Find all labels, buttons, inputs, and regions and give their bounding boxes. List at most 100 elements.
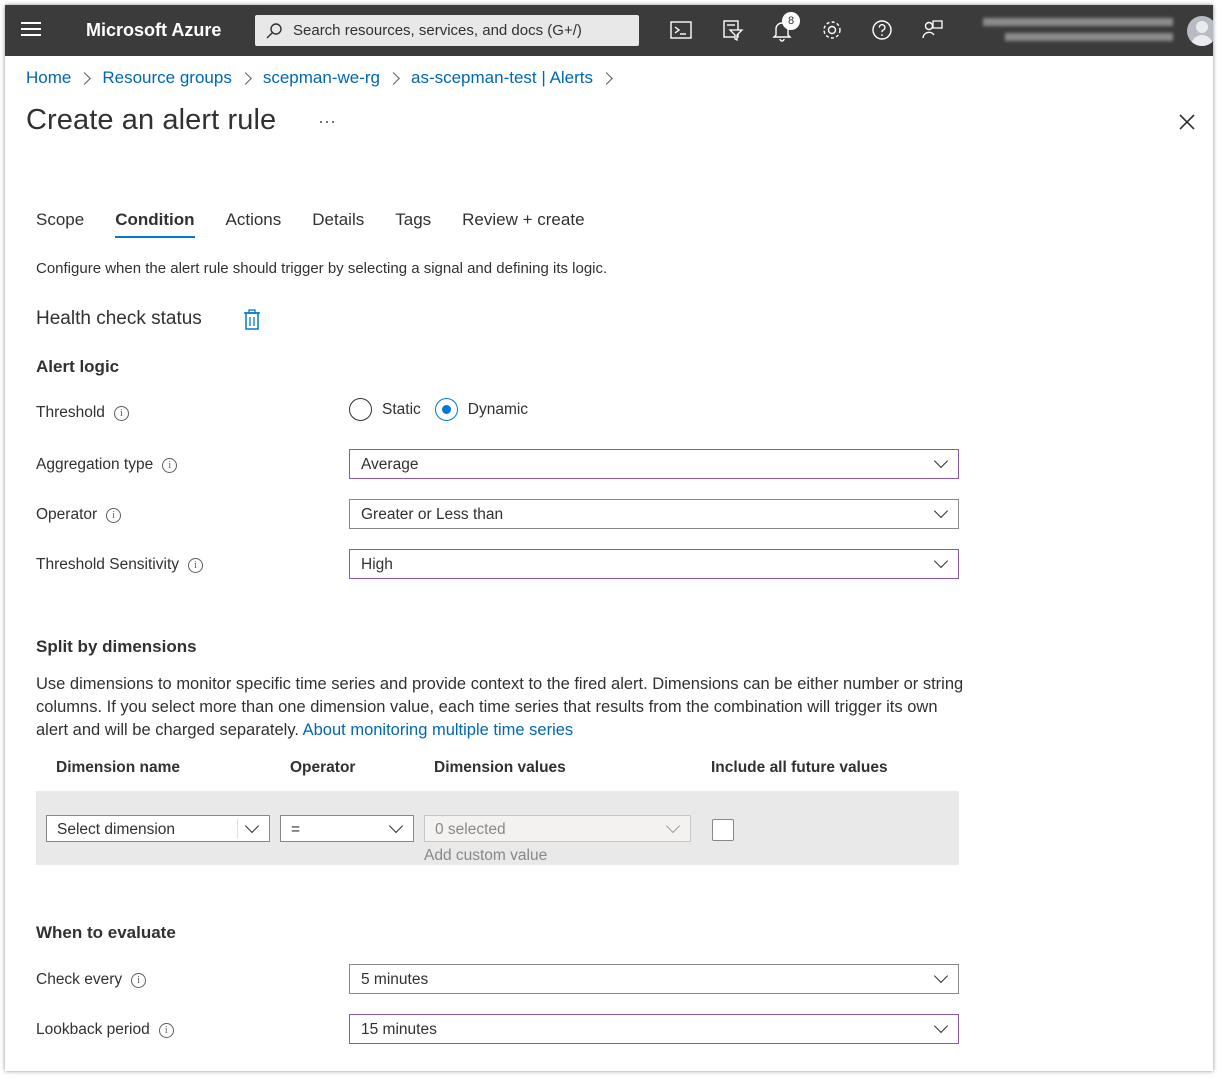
dropdown-value: Select dimension [57,821,176,838]
threshold-label: Threshold i [36,404,129,422]
delete-icon[interactable] [243,309,261,330]
monitoring-time-series-link[interactable]: About monitoring multiple time series [303,721,574,739]
split-description: Use dimensions to monitor specific time … [36,673,966,742]
chevron-down-icon [933,1018,949,1034]
operator-label-text: Operator [36,506,98,523]
brand-title[interactable]: Microsoft Azure [86,20,221,41]
signal-name: Health check status [36,308,202,329]
aggregation-type-label: Aggregation type i [36,456,178,474]
dropdown-value: = [291,821,301,838]
info-icon[interactable]: i [106,507,122,523]
chevron-down-icon [933,968,949,984]
divider [237,819,238,838]
info-icon[interactable]: i [131,972,147,988]
tab-tags[interactable]: Tags [395,210,431,238]
dropdown-value: 15 minutes [361,1021,437,1038]
chevron-right-icon [387,71,400,85]
close-icon[interactable] [1177,112,1197,132]
check-every-dropdown[interactable]: 5 minutes [349,964,959,994]
radio-circle [349,398,372,421]
split-by-dimensions-heading: Split by dimensions [36,637,197,656]
account-directory-redacted [1005,33,1173,41]
gear-icon[interactable] [820,18,844,42]
dimension-row: Select dimension = 0 selected Add custom… [36,791,959,865]
cloud-shell-icon[interactable] [669,18,693,42]
hamburger-menu-icon[interactable] [21,22,41,38]
chevron-down-icon [933,453,949,469]
chevron-down-icon [933,553,949,569]
tab-actions[interactable]: Actions [226,210,282,238]
dropdown-value: High [361,556,393,573]
dimension-values-dropdown: 0 selected [424,815,691,842]
check-every-label-text: Check every [36,971,123,988]
when-to-evaluate-heading: When to evaluate [36,923,176,942]
tab-review-create[interactable]: Review + create [462,210,584,238]
portal-window: Microsoft Azure Search resources, servic… [5,5,1213,1071]
dimension-operator-dropdown[interactable]: = [280,815,414,842]
breadcrumb-alerts[interactable]: as-scepman-test | Alerts [411,68,593,88]
tab-details[interactable]: Details [312,210,364,238]
chevron-down-icon [388,818,404,834]
info-icon[interactable]: i [162,457,178,473]
threshold-dynamic-radio[interactable]: Dynamic [434,398,529,421]
operator-dropdown[interactable]: Greater or Less than [349,499,959,529]
breadcrumb-home[interactable]: Home [26,68,71,88]
breadcrumb: Home Resource groups scepman-we-rg as-sc… [26,68,624,88]
threshold-static-radio[interactable]: Static [349,398,421,421]
include-future-values-checkbox[interactable] [712,819,734,841]
global-search-input[interactable]: Search resources, services, and docs (G+… [255,15,639,46]
check-every-label: Check every i [36,971,147,989]
avatar[interactable] [1187,16,1213,46]
operator-label: Operator i [36,506,122,524]
column-dimension-values: Dimension values [434,759,566,776]
dimension-name-dropdown[interactable]: Select dimension [46,815,270,842]
aggregation-type-label-text: Aggregation type [36,456,154,473]
dropdown-value: Average [361,456,419,473]
search-icon [266,23,282,39]
chevron-right-icon [600,71,613,85]
lookback-period-label-text: Lookback period [36,1021,150,1038]
wizard-tabs: Scope Condition Actions Details Tags Rev… [36,210,616,238]
search-placeholder: Search resources, services, and docs (G+… [293,22,582,39]
chevron-down-icon [933,503,949,519]
chevron-down-icon [244,818,260,834]
threshold-sensitivity-label: Threshold Sensitivity i [36,556,204,574]
directory-filter-icon[interactable] [720,18,744,42]
threshold-sensitivity-label-text: Threshold Sensitivity [36,556,180,573]
breadcrumb-resource-groups[interactable]: Resource groups [102,68,231,88]
condition-description: Configure when the alert rule should tri… [36,260,608,277]
column-operator: Operator [290,759,356,776]
radio-label: Static [382,400,421,418]
info-icon[interactable]: i [158,1022,174,1038]
account-name-redacted [983,18,1173,26]
threshold-sensitivity-dropdown[interactable]: High [349,549,959,579]
aggregation-type-dropdown[interactable]: Average [349,449,959,479]
top-bar: Microsoft Azure Search resources, servic… [5,5,1213,56]
page-title: Create an alert rule [26,104,277,136]
chevron-right-icon [238,71,252,85]
threshold-radio-group: Static Dynamic [349,398,542,421]
dropdown-value: 0 selected [435,821,506,838]
add-custom-value-text: Add custom value [424,847,548,864]
alert-logic-heading: Alert logic [36,357,120,376]
dropdown-value: 5 minutes [361,971,429,988]
lookback-period-dropdown[interactable]: 15 minutes [349,1014,959,1044]
feedback-icon[interactable] [920,18,944,42]
column-dimension-name: Dimension name [56,759,181,776]
chevron-down-icon [665,818,681,834]
threshold-label-text: Threshold [36,404,105,421]
tab-scope[interactable]: Scope [36,210,84,238]
info-icon[interactable]: i [113,405,129,421]
dropdown-value: Greater or Less than [361,506,504,523]
column-include-future-values: Include all future values [711,759,888,776]
radio-circle-selected [434,398,458,421]
info-icon[interactable]: i [188,557,204,573]
breadcrumb-resource-group[interactable]: scepman-we-rg [263,68,380,88]
radio-label: Dynamic [467,400,529,418]
chevron-right-icon [78,71,92,85]
notification-badge: 8 [782,12,800,30]
help-icon[interactable] [870,18,894,42]
lookback-period-label: Lookback period i [36,1021,174,1039]
more-options-button[interactable]: ··· [318,111,336,132]
tab-condition[interactable]: Condition [115,210,195,238]
